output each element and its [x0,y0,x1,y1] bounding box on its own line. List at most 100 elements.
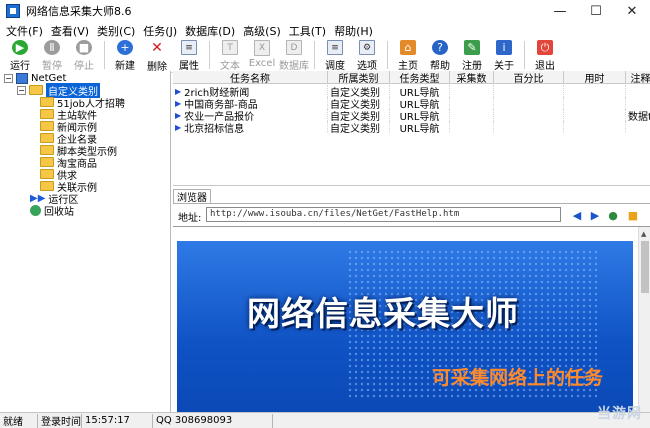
export-text-button[interactable]: T 文本 [214,39,246,72]
collapse-icon[interactable]: − [17,85,26,95]
options-icon: ⚙ [359,40,375,55]
recycle-bin-icon [30,204,41,216]
exit-button[interactable]: ⏻ 退出 [529,39,561,72]
browser-view[interactable]: 网络信息采集大师 可采集网络上的任务 ▲ [173,226,650,413]
task-arrow-icon: ▶ [175,122,182,132]
export-excel-button[interactable]: X Excel [246,39,278,72]
folder-icon [40,169,54,179]
table-row[interactable]: ▶ 北京招标信息 自定义类别 URL导航 [173,121,650,133]
collapse-icon[interactable]: − [4,73,13,83]
menu-tools[interactable]: 工具(T) [289,23,326,39]
about-icon: i [496,40,512,55]
delete-button[interactable]: ✕ 删除 [141,39,173,73]
toolbar-separator [387,41,388,69]
title-bar: 网络信息采集大师8.6 — ☐ ✕ [0,0,650,23]
folder-open-icon [29,85,43,95]
window-controls: — ☐ ✕ [542,0,650,23]
register-icon: ✎ [464,40,480,55]
banner-title: 网络信息采集大师 [247,294,519,333]
folder-icon [40,121,54,131]
app-icon [6,4,20,18]
web-banner: 网络信息采集大师 可采集网络上的任务 [177,241,633,413]
scroll-up-icon[interactable]: ▲ [641,230,646,238]
new-button[interactable]: + 新建 [109,39,141,72]
help-button[interactable]: ? 帮助 [424,39,456,72]
table-row[interactable]: ▶ 中国商务部-商品 自定义类别 URL导航 [173,97,650,109]
column-time[interactable]: 用时 [564,71,626,84]
schedule-button[interactable]: ≡ 调度 [319,39,351,72]
folder-icon [40,181,54,191]
toolbar-separator [524,41,525,69]
options-button[interactable]: ⚙ 选项 [351,39,383,72]
scroll-thumb[interactable] [641,241,649,293]
power-icon: ⏻ [537,40,553,55]
about-button[interactable]: i 关于 [488,39,520,72]
stop-button[interactable]: ■ 停止 [68,39,100,72]
column-task-type[interactable]: 任务类型 [390,71,450,84]
site-watermark: 当游网 [597,406,642,422]
column-task-name[interactable]: 任务名称 [173,71,328,84]
folder-icon [40,145,54,155]
folder-icon [40,97,54,107]
column-percent[interactable]: 百分比 [494,71,564,84]
home-button[interactable]: ⌂ 主页 [392,39,424,72]
folder-icon [40,109,54,119]
home-icon: ⌂ [400,40,416,55]
new-icon: + [117,40,133,55]
task-list-header: 任务名称 所属类别 任务类型 采集数 百分比 用时 注释 [173,71,650,84]
tree-item-recycle-bin[interactable]: 回收站 [30,204,74,218]
forward-arrow-icon[interactable]: ▶ [588,209,602,222]
toolbar: ▶ 运行 Ⅱ 暂停 ■ 停止 + 新建 ✕ 删除 ≡ 属性 T 文本 X Excel D 数据库 … [0,39,650,73]
menu-database[interactable]: 数据库(D) [185,23,235,39]
maximize-button[interactable]: ☐ [578,0,614,23]
refresh-icon[interactable]: ■ [626,209,640,222]
delete-icon: ✕ [151,40,163,56]
pause-icon: Ⅱ [44,40,60,55]
run-button[interactable]: ▶ 运行 [4,39,36,72]
table-row[interactable]: ▶ 农业一产品报价 自定义类别 URL导航 数据t [173,109,650,121]
folder-icon [40,133,54,143]
column-note[interactable]: 注释 [626,71,650,84]
toolbar-separator [104,41,105,69]
close-button[interactable]: ✕ [614,0,650,23]
address-input[interactable]: http://www.isouba.cn/files/NetGet/FastHe… [206,207,561,222]
properties-button[interactable]: ≡ 属性 [173,39,205,72]
status-qq: QQ 308698093 [153,413,273,428]
status-login-time: 15:57:17 [82,413,153,428]
database-icon: D [286,40,302,55]
minimize-button[interactable]: — [542,0,578,23]
menu-advanced[interactable]: 高级(S) [243,23,281,39]
excel-icon: X [254,40,270,56]
vertical-scrollbar[interactable]: ▲ [638,227,650,413]
play-icon: ▶ [12,40,28,55]
column-category[interactable]: 所属类别 [328,71,390,84]
menu-file[interactable]: 文件(F) [6,23,43,39]
column-count[interactable]: 采集数 [450,71,494,84]
task-arrow-icon: ▶ [175,98,182,108]
category-tree: − NetGet − 自定义类别 51job人才招聘 主站软件 新闻示例 企业名… [0,71,171,412]
task-arrow-icon: ▶ [175,110,182,120]
window-title: 网络信息采集大师8.6 [26,5,132,18]
pause-button[interactable]: Ⅱ 暂停 [36,39,68,72]
folder-icon [40,157,54,167]
text-file-icon: T [222,40,238,55]
menu-task[interactable]: 任务(J) [143,23,177,39]
status-bar: 就绪 登录时间 15:57:17 QQ 308698093 [0,412,650,428]
task-arrow-icon: ▶ [175,86,182,96]
status-login-label: 登录时间 [38,413,82,428]
menu-view[interactable]: 查看(V) [51,23,89,39]
menu-category[interactable]: 类别(C) [97,23,135,39]
tab-browser[interactable]: 浏览器 [173,189,211,204]
globe-icon[interactable]: ● [606,209,620,222]
schedule-icon: ≡ [327,40,343,55]
register-button[interactable]: ✎ 注册 [456,39,488,72]
table-row[interactable]: ▶ 2rich财经新闻 自定义类别 URL导航 [173,85,650,97]
menu-bar: 文件(F) 查看(V) 类别(C) 任务(J) 数据库(D) 高级(S) 工具(… [0,23,650,39]
help-icon: ? [432,40,448,55]
task-list: 任务名称 所属类别 任务类型 采集数 百分比 用时 注释 ▶ 2rich财经新闻 … [173,71,650,186]
menu-help[interactable]: 帮助(H) [334,23,373,39]
back-arrow-icon[interactable]: ◀ [570,209,584,222]
status-state: 就绪 [0,413,38,428]
tab-divider [173,203,650,204]
export-database-button[interactable]: D 数据库 [278,39,310,72]
